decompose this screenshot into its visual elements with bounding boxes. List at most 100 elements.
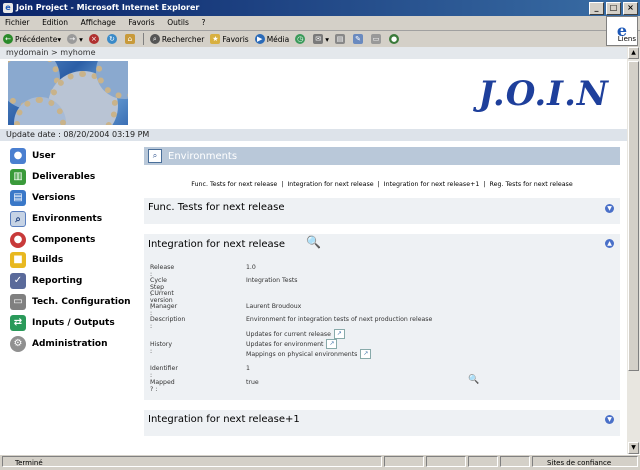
inputs-outputs-icon: ⇄ (10, 314, 26, 331)
mail-button[interactable]: ✉ ▾ (313, 34, 329, 44)
sidebar-nav: ● User ▥ Deliverables ▤ Versions ⌕ Environme… (10, 146, 138, 354)
tech-config-icon: ▭ (10, 293, 26, 310)
collapse-up-icon[interactable]: ▲ (605, 239, 614, 248)
menu-affichage[interactable]: Affichage (76, 16, 121, 30)
expand-down-icon[interactable]: ▼ (605, 204, 614, 213)
stop-button[interactable]: × (88, 34, 101, 44)
toolbar-separator (142, 33, 144, 45)
join-logo: J.O.I.N (478, 74, 609, 114)
close-button[interactable]: × (623, 2, 638, 15)
history-icon: ◷ (295, 34, 306, 44)
sidebar-item-inputs-outputs[interactable]: ⇄ Inputs / Outputs (10, 312, 138, 333)
mail-icon: ✉ (313, 34, 324, 44)
menu-fichier[interactable]: Fichier (0, 16, 35, 30)
sidebar-item-deliverables[interactable]: ▥ Deliverables (10, 167, 138, 188)
link-reg-tests[interactable]: Reg. Tests for next release (489, 181, 572, 188)
ie-icon: e (3, 3, 13, 13)
scroll-up-icon[interactable]: ▲ (628, 47, 639, 59)
history-link[interactable]: Updates for environment ↗ (246, 339, 338, 349)
reporting-icon: ✓ (10, 273, 26, 290)
breadcrumb: mydomain > myhome (0, 47, 627, 59)
history-icon[interactable]: ↗ (360, 349, 372, 359)
user-icon: ● (10, 148, 26, 165)
panel-func-tests: Func. Tests for next release ▼ (144, 198, 620, 224)
builds-icon: ■ (10, 252, 26, 269)
menu-help[interactable]: ? (196, 16, 210, 30)
magnifier-icon[interactable]: 🔍 (468, 375, 479, 385)
administration-icon: ⚙ (10, 335, 26, 352)
link-func-tests[interactable]: Func. Tests for next release (191, 181, 277, 188)
security-zone-panel: Sites de confiance (532, 456, 638, 467)
window-title: Join Project - Microsoft Internet Explor… (16, 3, 200, 12)
panel-integration-next: Integration for next release 🔍 ▲ Release… (144, 234, 620, 400)
update-date: Update date : 08/20/2004 03:19 PM (0, 129, 627, 141)
deliverables-icon: ▥ (10, 169, 26, 186)
history-icon[interactable]: ↗ (326, 339, 338, 349)
scroll-down-icon[interactable]: ▼ (628, 442, 639, 454)
status-panel (468, 456, 498, 467)
history-button[interactable]: ◷ (295, 34, 307, 44)
sidebar-item-user[interactable]: ● User (10, 146, 138, 167)
sidebar-item-components[interactable]: ● Components (10, 229, 138, 250)
messenger-button[interactable]: ● (389, 34, 401, 44)
status-panel (426, 456, 466, 467)
minimize-button[interactable]: _ (589, 2, 604, 15)
environments-icon: ⌕ (148, 149, 162, 163)
environment-links: Func. Tests for next release | Integration… (191, 181, 573, 188)
discuss-button[interactable]: ▭ (371, 34, 383, 44)
magnifier-icon[interactable]: 🔍 (306, 235, 321, 249)
menu-bar: Fichier Edition Affichage Favoris Outils… (0, 16, 640, 31)
expand-down-icon[interactable]: ▼ (605, 415, 614, 424)
edit-icon: ✎ (353, 34, 363, 44)
home-button[interactable]: ⌂ (124, 34, 137, 44)
status-panel (384, 456, 424, 467)
home-icon: ⌂ (124, 34, 135, 44)
panel-integration-next-plus1: Integration for next release+1 ▼ (144, 410, 620, 436)
menu-favoris[interactable]: Favoris (123, 16, 159, 30)
forward-button[interactable]: → ▾ (67, 34, 83, 44)
sidebar-item-administration[interactable]: ⚙ Administration (10, 333, 138, 354)
menu-edition[interactable]: Edition (37, 16, 73, 30)
link-integration-next[interactable]: Integration for next release (287, 181, 373, 188)
versions-icon: ▤ (10, 189, 26, 206)
status-bar: Terminé Sites de confiance (0, 454, 640, 468)
edit-button[interactable]: ✎ (353, 34, 365, 44)
messenger-icon: ● (389, 34, 399, 44)
section-header: ⌕ Environments (144, 147, 620, 165)
print-icon: ▤ (335, 34, 345, 44)
menu-outils[interactable]: Outils (162, 16, 194, 30)
sidebar-item-versions[interactable]: ▤ Versions (10, 188, 138, 209)
history-icon[interactable]: ↗ (333, 329, 345, 339)
history-link[interactable]: Mappings on physical environments ↗ (246, 349, 372, 359)
stop-icon: × (88, 34, 99, 44)
favorites-icon: ★ (210, 34, 221, 44)
media-button[interactable]: ▶ Média (254, 34, 289, 44)
window-titlebar: e Join Project - Microsoft Internet Expl… (0, 0, 640, 16)
print-button[interactable]: ▤ (335, 34, 347, 44)
window-controls: _ □ × (589, 2, 638, 15)
gears-image (8, 61, 128, 125)
history-link[interactable]: Updates for current release ↗ (246, 329, 345, 339)
search-icon: ⌕ (149, 34, 160, 44)
environments-icon: ⌕ (10, 210, 26, 227)
refresh-button[interactable]: ↻ (106, 34, 119, 44)
sidebar-item-reporting[interactable]: ✓ Reporting (10, 271, 138, 292)
search-button[interactable]: ⌕ Rechercher (149, 34, 204, 44)
panel-title: Func. Tests for next release (148, 202, 285, 213)
maximize-button[interactable]: □ (606, 2, 621, 15)
status-panel (500, 456, 530, 467)
links-button[interactable]: Liens (618, 35, 636, 43)
vertical-scrollbar[interactable]: ▲ ▼ (627, 47, 640, 454)
panel-title: Integration for next release+1 (148, 414, 300, 425)
link-integration-next-plus1[interactable]: Integration for next release+1 (384, 181, 480, 188)
back-button[interactable]: ← Précédente ▾ (3, 34, 61, 44)
sidebar-item-builds[interactable]: ■ Builds (10, 250, 138, 271)
sidebar-item-tech-configuration[interactable]: ▭ Tech. Configuration (10, 292, 138, 313)
discuss-icon: ▭ (371, 34, 381, 44)
favorites-button[interactable]: ★ Favoris (210, 34, 249, 44)
forward-arrow-icon: → (67, 34, 78, 44)
panel-title: Integration for next release (148, 239, 286, 250)
components-icon: ● (10, 231, 26, 248)
sidebar-item-environments[interactable]: ⌕ Environments (10, 208, 138, 229)
scroll-thumb[interactable] (628, 61, 639, 371)
